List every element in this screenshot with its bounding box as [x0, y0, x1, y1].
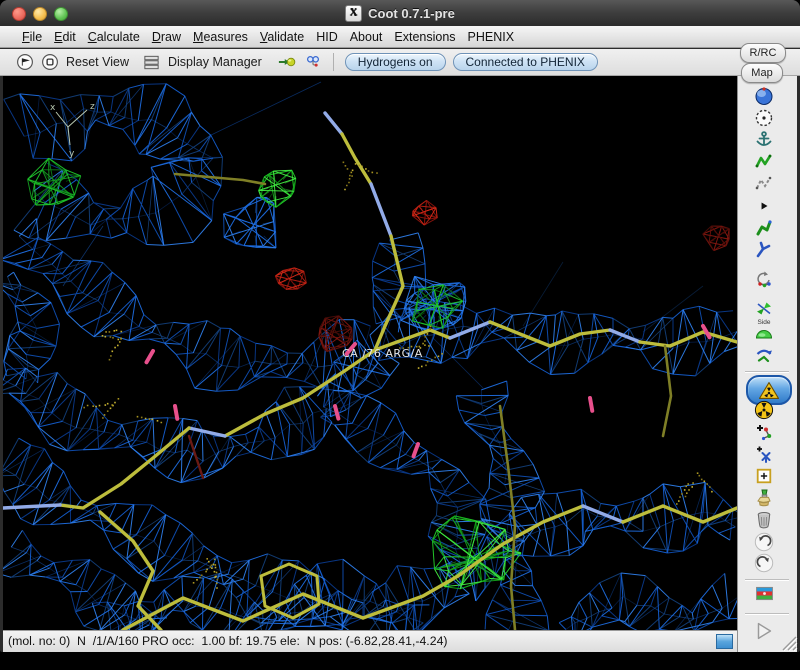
window-title: X Coot 0.7.1-pre	[0, 0, 800, 26]
display-manager-icon[interactable]	[142, 53, 161, 72]
hydrogens-toggle-button[interactable]: Hydrogens on	[344, 53, 446, 71]
run-script-play-icon[interactable]	[750, 620, 778, 642]
phenix-connection-button[interactable]: Connected to PHENIX	[452, 53, 598, 71]
menu-item-phenix[interactable]: PHENIX	[462, 30, 521, 44]
coot-window: X Coot 0.7.1-pre File Edit Calculate Draw Me…	[0, 0, 800, 652]
main-toolbar: Reset View Display Manager Hydrogens on …	[0, 49, 800, 76]
auto-fit-rotamer-icon[interactable]	[750, 217, 778, 239]
menu-item-calculate[interactable]: Calculate	[82, 30, 146, 44]
delete-trash-icon[interactable]	[750, 509, 778, 531]
resize-grip[interactable]	[780, 635, 798, 652]
add-terminal-residue-icon[interactable]	[750, 443, 778, 465]
edit-chi-angles-icon[interactable]	[750, 268, 778, 290]
window-title-text: Coot 0.7.1-pre	[368, 5, 455, 21]
menu-item-draw[interactable]: Draw	[146, 30, 187, 44]
menu-bar: File Edit Calculate Draw Measures Validate HID…	[0, 26, 800, 48]
menu-item-edit[interactable]: Edit	[48, 30, 82, 44]
side-toolbar: Side	[737, 76, 798, 652]
reset-origin-icon[interactable]	[41, 53, 59, 71]
menu-item-about[interactable]: About	[344, 30, 389, 44]
svg-text:z: z	[90, 102, 95, 112]
side-toolbar-separator	[745, 371, 789, 372]
map-button[interactable]: Map	[741, 63, 783, 83]
residue-label: CA /76 ARG/A	[342, 347, 423, 360]
side-toolbar-separator	[745, 613, 789, 614]
svg-text:y: y	[69, 149, 75, 159]
fixed-atoms-anchor-icon[interactable]	[750, 129, 778, 151]
display-manager-button[interactable]: Display Manager	[168, 55, 262, 69]
rigid-body-fit-icon[interactable]	[750, 151, 778, 173]
previous-view-icon[interactable]	[16, 53, 34, 71]
menu-item-file[interactable]: File	[16, 30, 48, 44]
radiation-icon[interactable]	[750, 399, 778, 421]
toolbar-separator	[332, 53, 334, 71]
molecular-viewport[interactable]: x z y CA /76 ARG/A	[0, 76, 748, 652]
molecule-icon[interactable]	[304, 53, 322, 71]
density-scene: x z y CA /76 ARG/A	[0, 76, 748, 652]
rotamers-icon[interactable]	[750, 239, 778, 261]
status-bar: (mol. no: 0) N /1/A/160 PRO occ: 1.00 bf…	[3, 630, 737, 652]
title-bar[interactable]: X Coot 0.7.1-pre	[0, 0, 800, 27]
undo-icon[interactable]	[750, 531, 778, 553]
side-toolbar-separator	[745, 579, 789, 580]
add-residue-box-icon[interactable]	[750, 465, 778, 487]
status-text: (mol. no: 0) N /1/A/160 PRO occ: 1.00 bf…	[8, 634, 448, 648]
redo-icon[interactable]	[750, 552, 778, 574]
paintbrush-icon[interactable]	[750, 487, 778, 509]
add-atom-icon[interactable]	[750, 421, 778, 443]
rotate-translate-zone-icon[interactable]	[750, 173, 778, 195]
menu-item-measures[interactable]: Measures	[187, 30, 254, 44]
flip-peptide-icon[interactable]	[750, 298, 778, 320]
menu-item-extensions[interactable]: Extensions	[388, 30, 461, 44]
svg-text:x: x	[50, 103, 56, 113]
x11-icon: X	[345, 4, 363, 22]
backbone-flip-icon[interactable]	[750, 344, 778, 366]
rrc-button[interactable]: R/RC	[740, 43, 786, 63]
menu-item-hid[interactable]: HID	[310, 30, 344, 44]
reset-view-button[interactable]: Reset View	[66, 55, 129, 69]
flag-icon[interactable]	[750, 582, 778, 604]
recentre-dashed-circle-icon[interactable]	[750, 107, 778, 129]
menu-item-validate[interactable]: Validate	[254, 30, 310, 44]
go-to-atom-icon[interactable]	[277, 53, 297, 71]
status-scale-widget[interactable]	[716, 634, 733, 649]
view-sphere-icon[interactable]	[750, 85, 778, 107]
more-tools-triangle-icon[interactable]	[750, 195, 778, 217]
side-chain-flip-icon[interactable]: Side	[750, 319, 778, 343]
